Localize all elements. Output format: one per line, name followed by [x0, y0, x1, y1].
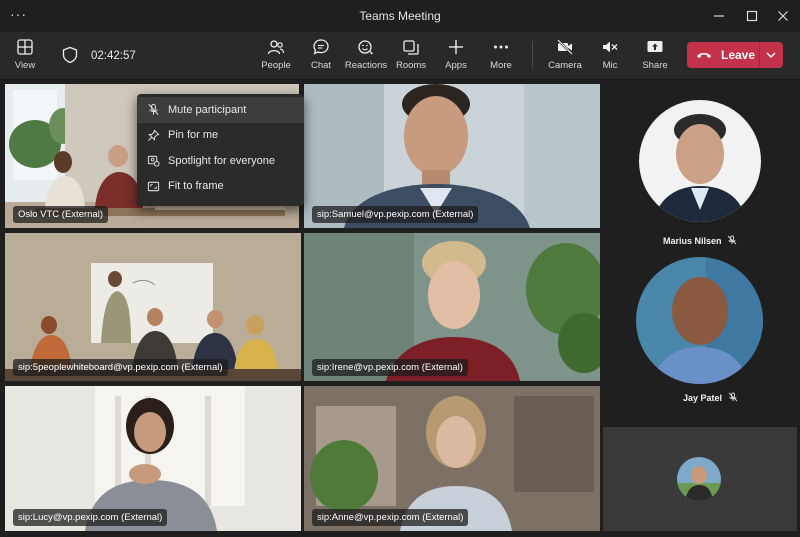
shield-icon: [62, 46, 78, 64]
toolbar-separator: [532, 41, 533, 69]
view-button[interactable]: View: [3, 38, 47, 76]
speaker-muted-icon: [603, 41, 618, 53]
mic-label: Mic: [602, 60, 618, 71]
camera-off-icon: [557, 39, 573, 55]
self-avatar: [677, 457, 721, 501]
leave-options-button[interactable]: [760, 52, 782, 58]
participant-name-tag: sip:Irene@vp.pexip.com (External): [312, 359, 468, 376]
more-button[interactable]: More: [479, 38, 523, 76]
apps-label: Apps: [445, 60, 467, 71]
video-tile-anne[interactable]: sip:Anne@vp.pexip.com (External): [304, 386, 600, 531]
participant-name: Jay Patel: [683, 393, 723, 403]
reactions-label: Reactions: [344, 60, 388, 71]
menu-item-label: Pin for me: [168, 129, 219, 142]
avatar: [639, 100, 761, 222]
participant-name-tag: sip:Lucy@vp.pexip.com (External): [13, 509, 168, 526]
minimize-icon: [714, 15, 724, 17]
chat-button[interactable]: Chat: [299, 38, 343, 76]
mic-button[interactable]: Mic: [588, 38, 632, 76]
menu-item-fit-to-frame[interactable]: Fit to frame: [137, 174, 304, 200]
participant-name: Marius Nilsen: [663, 236, 722, 246]
people-button[interactable]: People: [254, 38, 298, 76]
phone-hangup-icon: [697, 53, 711, 58]
participant-name-tag: sip:5peoplewhiteboard@vp.pexip.com (Exte…: [13, 359, 228, 376]
grid-view-icon: [17, 39, 33, 55]
share-button[interactable]: Share: [633, 38, 677, 76]
participant-avatar-marius[interactable]: [639, 100, 761, 222]
leave-label: Leave: [721, 48, 756, 62]
menu-item-mute-participant[interactable]: Mute participant: [137, 97, 304, 123]
self-view-tile[interactable]: [603, 427, 797, 531]
chevron-down-icon: [766, 52, 776, 58]
video-tile-irene[interactable]: sip:Irene@vp.pexip.com (External): [304, 233, 600, 381]
plus-icon: [449, 40, 463, 54]
share-label: Share: [642, 60, 668, 71]
reactions-icon: [358, 40, 373, 55]
participant-name-tag: sip:Samuel@vp.pexip.com (External): [312, 206, 479, 223]
rooms-button[interactable]: Rooms: [389, 38, 433, 76]
view-label: View: [14, 60, 36, 71]
participant-name-tag: sip:Anne@vp.pexip.com (External): [312, 509, 469, 526]
ellipsis-icon: [494, 45, 508, 49]
spotlight-icon: [147, 156, 160, 167]
chat-label: Chat: [310, 60, 332, 71]
people-icon: [267, 40, 285, 55]
title-bar: ··· Teams Meeting: [0, 0, 800, 32]
fit-frame-icon: [147, 181, 160, 191]
mic-muted-icon: [728, 392, 738, 402]
menu-item-spotlight-for-everyone[interactable]: Spotlight for everyone: [137, 148, 304, 174]
mic-off-icon: [148, 104, 159, 116]
people-label: People: [261, 60, 291, 71]
menu-item-label: Mute participant: [168, 103, 247, 116]
share-screen-icon: [647, 41, 663, 52]
minimize-button[interactable]: [708, 6, 730, 26]
close-button[interactable]: [772, 6, 794, 26]
pin-icon: [148, 129, 160, 141]
camera-button[interactable]: Camera: [543, 38, 587, 76]
reactions-button[interactable]: Reactions: [344, 38, 388, 76]
maximize-button[interactable]: [741, 6, 763, 26]
menu-item-label: Fit to frame: [168, 180, 224, 193]
participant-avatar-jay[interactable]: [636, 257, 763, 384]
video-tile-5peoplewhiteboard[interactable]: sip:5peoplewhiteboard@vp.pexip.com (Exte…: [5, 233, 301, 381]
mic-muted-icon: [727, 235, 737, 245]
avatar: [636, 257, 763, 384]
participant-context-menu: Mute participant Pin for me Spotlight fo…: [137, 94, 304, 206]
close-icon: [778, 11, 788, 21]
menu-item-pin-for-me[interactable]: Pin for me: [137, 123, 304, 149]
window-title: Teams Meeting: [359, 9, 441, 23]
apps-button[interactable]: Apps: [434, 38, 478, 76]
participant-name-tag: Oslo VTC (External): [13, 206, 108, 223]
rooms-label: Rooms: [395, 60, 427, 71]
more-label: More: [490, 60, 512, 71]
breakout-rooms-icon: [403, 40, 419, 55]
camera-label: Camera: [548, 60, 582, 71]
maximize-icon: [746, 10, 758, 22]
leave-button[interactable]: Leave: [687, 42, 783, 68]
chat-icon: [313, 39, 329, 55]
video-tile-lucy[interactable]: sip:Lucy@vp.pexip.com (External): [5, 386, 301, 531]
avatar: [677, 457, 721, 501]
menu-item-label: Spotlight for everyone: [168, 154, 276, 167]
video-tile-samuel[interactable]: sip:Samuel@vp.pexip.com (External): [304, 84, 600, 228]
meeting-timer: 02:42:57: [91, 50, 136, 62]
